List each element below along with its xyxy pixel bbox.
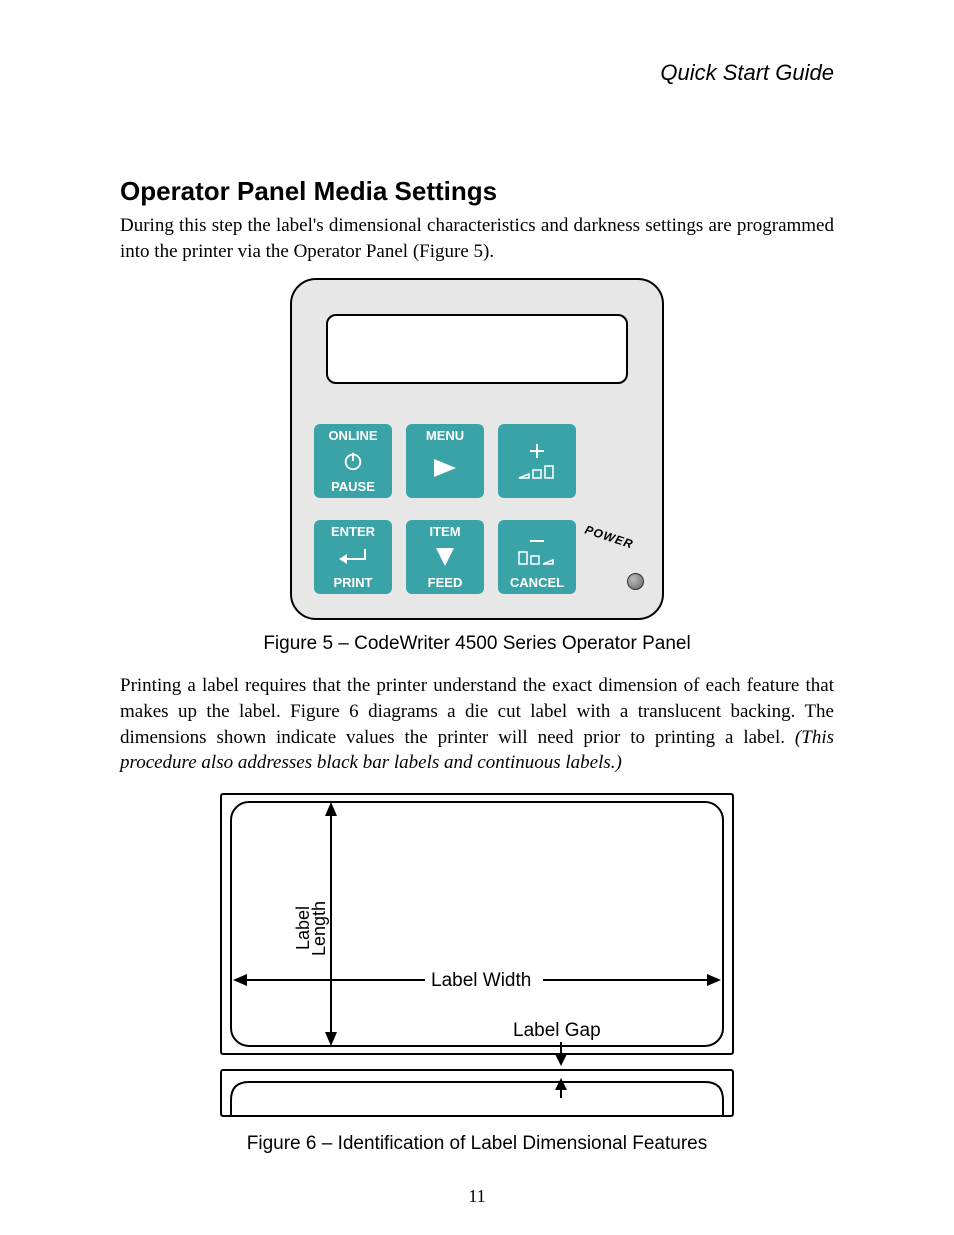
button-label: FEED: [428, 576, 463, 589]
label-diagram-svg: Label Length Label Width Label Gap: [217, 790, 737, 1120]
enter-print-button[interactable]: ENTER PRINT: [314, 520, 392, 594]
power-led-icon: [627, 573, 644, 590]
enter-arrow-icon: [337, 538, 369, 576]
button-label: ENTER: [331, 525, 375, 538]
triangle-down-icon: [434, 538, 456, 576]
figure-6: Label Length Label Width Label Gap: [120, 790, 834, 1125]
power-label: POWER: [583, 523, 635, 552]
button-label: PAUSE: [331, 480, 375, 493]
paragraph-2: Printing a label requires that the print…: [120, 673, 834, 776]
button-label: ITEM: [429, 525, 460, 538]
button-row-2: ENTER PRINT ITEM FEED: [314, 520, 576, 594]
figure-6-caption: Figure 6 – Identification of Label Dimen…: [120, 1133, 834, 1155]
figure-5: ONLINE PAUSE MENU: [120, 278, 834, 625]
label-gap-text: Label Gap: [513, 1020, 601, 1041]
plus-bars-icon: [517, 429, 557, 493]
section-title: Operator Panel Media Settings: [120, 176, 834, 207]
page-number: 11: [0, 1186, 954, 1207]
page-header: Quick Start Guide: [120, 60, 834, 86]
plus-contrast-button[interactable]: [498, 424, 576, 498]
document-page: Quick Start Guide Operator Panel Media S…: [0, 0, 954, 1235]
operator-panel: ONLINE PAUSE MENU: [290, 278, 664, 620]
button-label: ONLINE: [328, 429, 377, 442]
paragraph-1: During this step the label's dimensional…: [120, 213, 834, 264]
minus-bars-icon: [517, 525, 557, 576]
svg-text:Length: Length: [309, 901, 329, 956]
minus-cancel-button[interactable]: CANCEL: [498, 520, 576, 594]
menu-button[interactable]: MENU: [406, 424, 484, 498]
label-width-text: Label Width: [431, 970, 531, 991]
lcd-display: [326, 314, 628, 384]
item-feed-button[interactable]: ITEM FEED: [406, 520, 484, 594]
figure-5-caption: Figure 5 – CodeWriter 4500 Series Operat…: [120, 633, 834, 655]
power-indicator: POWER: [578, 524, 648, 594]
power-icon: [342, 442, 364, 480]
paragraph-2-plain: Printing a label requires that the print…: [120, 675, 834, 747]
online-pause-button[interactable]: ONLINE PAUSE: [314, 424, 392, 498]
play-right-icon: [432, 442, 458, 493]
button-row-1: ONLINE PAUSE MENU: [314, 424, 576, 498]
button-label: MENU: [426, 429, 464, 442]
button-label: PRINT: [334, 576, 373, 589]
label-diagram: Label Length Label Width Label Gap: [217, 790, 737, 1120]
button-label: CANCEL: [510, 576, 564, 589]
header-title: Quick Start Guide: [660, 60, 834, 85]
